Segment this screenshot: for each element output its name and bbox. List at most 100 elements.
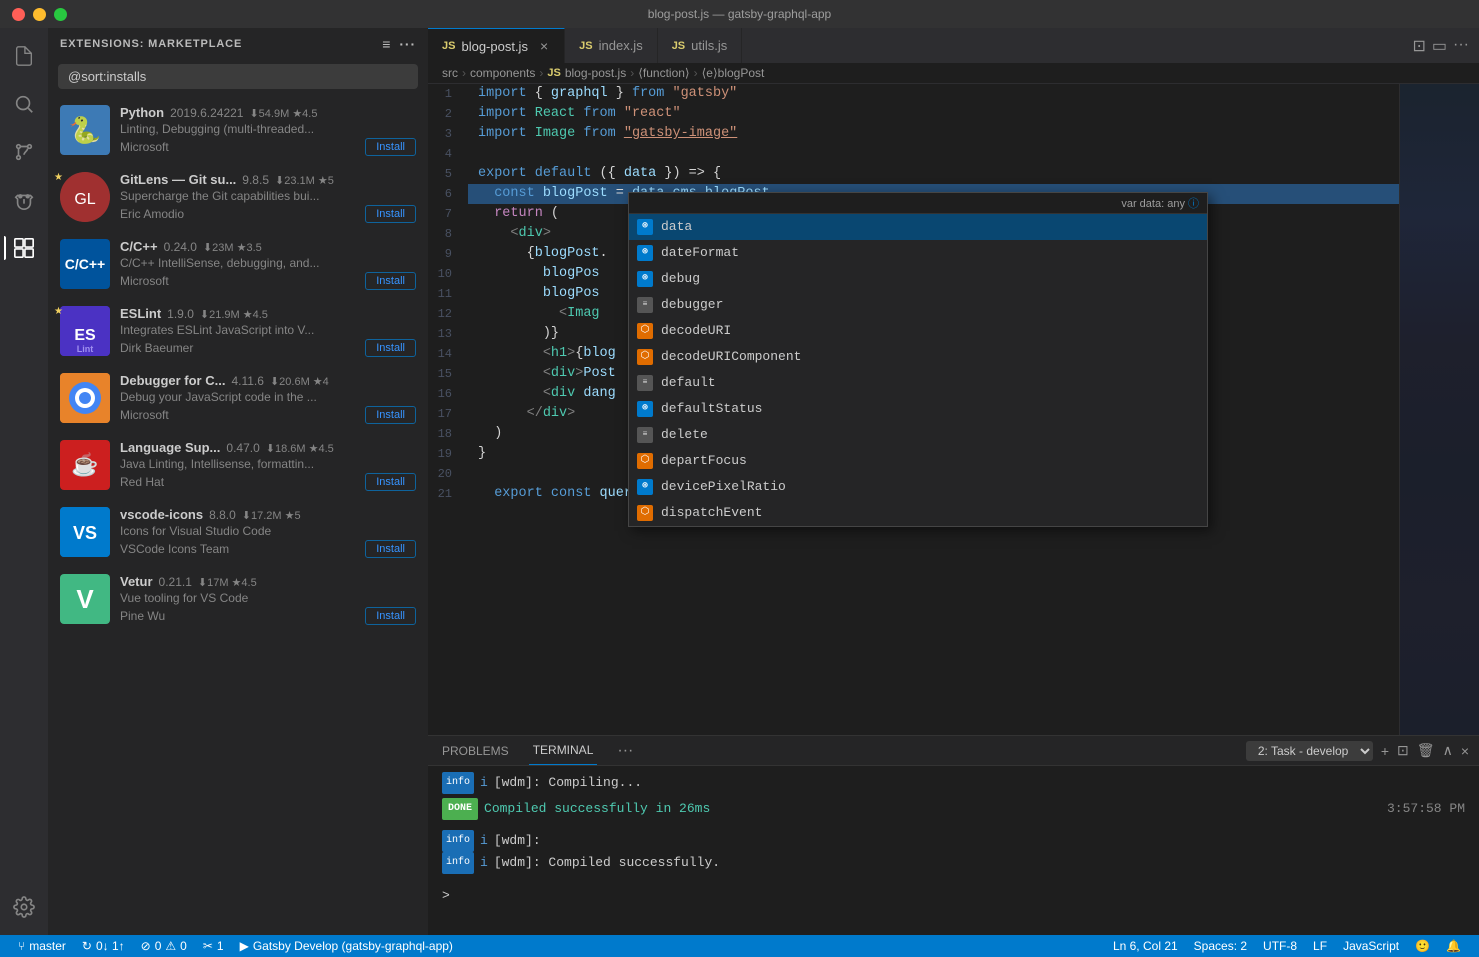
delete-terminal-icon[interactable]: 🗑 — [1417, 742, 1435, 759]
close-panel-icon[interactable]: × — [1461, 743, 1469, 759]
ac-item-devicepixelratio[interactable]: ⊛ devicePixelRatio — [629, 474, 1207, 500]
panel-area: PROBLEMS TERMINAL ··· 2: Task - develop … — [428, 735, 1479, 935]
eslint-install-button[interactable]: Install — [365, 339, 416, 357]
lang-author: Red Hat — [120, 475, 164, 489]
search-input[interactable] — [58, 64, 418, 89]
vscode-icons-install-button[interactable]: Install — [365, 540, 416, 558]
ac-item-delete[interactable]: ≡ delete — [629, 422, 1207, 448]
code-line-1: 1 import { graphql } from "gatsby" — [428, 84, 1399, 104]
search-box — [58, 64, 418, 89]
ac-item-dateformat[interactable]: ⊛ dateFormat — [629, 240, 1207, 266]
split-terminal-icon[interactable]: ⊡ — [1397, 742, 1409, 759]
ac-item-dispatchevent[interactable]: ⬡ dispatchEvent — [629, 500, 1207, 526]
extension-item-lang[interactable]: ☕ Language Sup... 0.47.0 ⬇18.6M ★4.5 Jav… — [48, 432, 428, 499]
close-button[interactable] — [12, 8, 25, 21]
extension-item-gitlens[interactable]: ★ GitLens — Git su... 9.8.5 ⬇23.1M ★5 Su… — [48, 164, 428, 231]
info-icon-3: i — [480, 831, 488, 851]
python-author: Microsoft — [120, 140, 169, 154]
extension-item-vetur[interactable]: V Vetur 0.21.1 ⬇17M ★4.5 Vue tooling for… — [48, 566, 428, 633]
add-terminal-icon[interactable]: + — [1381, 743, 1389, 759]
ac-item-defaultstatus[interactable]: ⊛ defaultStatus — [629, 396, 1207, 422]
terminal-line-3: info i [wdm]: — [442, 830, 1465, 852]
tab-problems[interactable]: PROBLEMS — [438, 736, 513, 765]
extension-item-python[interactable]: 🐍 Python 2019.6.24221 ⬇54.9M ★4.5 Lintin… — [48, 97, 428, 164]
editor-code[interactable]: 1 import { graphql } from "gatsby" 2 imp… — [428, 84, 1399, 735]
vscode-icons-version: 8.8.0 — [209, 508, 236, 522]
tab-blog-post[interactable]: JS blog-post.js × — [428, 28, 565, 63]
status-notifications[interactable]: 🔔 — [1438, 939, 1469, 953]
python-install-button[interactable]: Install — [365, 138, 416, 156]
status-encoding[interactable]: UTF-8 — [1255, 939, 1305, 953]
minimize-button[interactable] — [33, 8, 46, 21]
tab-more[interactable]: ··· — [613, 736, 637, 765]
status-branch[interactable]: ⑂ master — [10, 935, 74, 957]
tab-utils[interactable]: JS utils.js — [658, 28, 743, 63]
terminal-prompt-line: > — [442, 880, 1465, 906]
vscode-icons-icon: VS — [60, 507, 110, 557]
vetur-info: Vetur 0.21.1 ⬇17M ★4.5 Vue tooling for V… — [120, 574, 416, 625]
lang-version: 0.47.0 — [226, 441, 259, 455]
status-smiley[interactable]: 🙂 — [1407, 939, 1438, 953]
terminal-text-4: [wdm]: Compiled successfully. — [494, 853, 720, 873]
extension-item-cpp[interactable]: C/C++ C/C++ 0.24.0 ⬇23M ★3.5 C/C++ Intel… — [48, 231, 428, 298]
status-position[interactable]: Ln 6, Col 21 — [1105, 939, 1186, 953]
breadcrumb-src[interactable]: src — [442, 66, 458, 80]
ac-label-decodeuricomp: decodeURIComponent — [661, 346, 801, 368]
status-errors[interactable]: ⊘ 0 ⚠ 0 — [133, 935, 195, 957]
status-language[interactable]: JavaScript — [1335, 939, 1407, 953]
eslint-desc: Integrates ESLint JavaScript into V... — [120, 323, 416, 337]
ac-label-decodeuri: decodeURI — [661, 320, 731, 342]
activity-git-icon[interactable] — [4, 132, 44, 172]
ac-item-decodeuri[interactable]: ⬡ decodeURI — [629, 318, 1207, 344]
debugger-install-button[interactable]: Install — [365, 406, 416, 424]
cpp-install-button[interactable]: Install — [365, 272, 416, 290]
lang-install-button[interactable]: Install — [365, 473, 416, 491]
ac-item-debugger[interactable]: ≡ debugger — [629, 292, 1207, 318]
breadcrumb-blogpost[interactable]: ⟨e⟩blogPost — [702, 66, 765, 80]
activity-debug-icon[interactable] — [4, 180, 44, 220]
eslint-name: ESLint — [120, 306, 161, 321]
breadcrumb-components[interactable]: components — [470, 66, 535, 80]
status-run[interactable]: ▶ Gatsby Develop (gatsby-graphql-app) — [232, 935, 461, 957]
gitlens-meta: ⬇23.1M ★5 — [275, 174, 334, 187]
status-eol[interactable]: LF — [1305, 939, 1335, 953]
tab-blog-post-close[interactable]: × — [538, 38, 550, 54]
status-task[interactable]: ✂ 1 — [195, 935, 232, 957]
ac-item-decodeuricomponent[interactable]: ⬡ decodeURIComponent — [629, 344, 1207, 370]
activity-search-icon[interactable] — [4, 84, 44, 124]
chevron-up-icon[interactable]: ∧ — [1443, 742, 1453, 759]
extension-item-eslint[interactable]: ★ ES Lint ESLint 1.9.0 ⬇21.9M ★4.5 — [48, 298, 428, 365]
extension-item-vscode-icons[interactable]: VS vscode-icons 8.8.0 ⬇17.2M ★5 Icons fo… — [48, 499, 428, 566]
ac-item-departfocus[interactable]: ⬡ departFocus — [629, 448, 1207, 474]
tab-index-label: index.js — [599, 38, 643, 53]
toggle-sidebar-icon[interactable]: ▭ — [1432, 36, 1447, 56]
lang-meta: ⬇18.6M ★4.5 — [266, 442, 334, 455]
status-spaces[interactable]: Spaces: 2 — [1186, 939, 1255, 953]
gitlens-install-button[interactable]: Install — [365, 205, 416, 223]
activity-files-icon[interactable] — [4, 36, 44, 76]
error-count: 0 — [155, 939, 162, 953]
terminal-text-1: [wdm]: Compiling... — [494, 773, 642, 793]
eslint-info: ESLint 1.9.0 ⬇21.9M ★4.5 Integrates ESLi… — [120, 306, 416, 357]
autocomplete-dropdown[interactable]: var data: any ⓘ ⊛ data ⊛ dateFormat ⊛ — [628, 192, 1208, 527]
tab-index[interactable]: JS index.js — [565, 28, 658, 63]
activity-settings-icon[interactable] — [4, 887, 44, 927]
filter-icon[interactable]: ≡ — [382, 36, 391, 52]
status-sync[interactable]: ↻ 0↓ 1↑ — [74, 935, 133, 957]
terminal-selector[interactable]: 2: Task - develop — [1246, 741, 1373, 761]
maximize-button[interactable] — [54, 8, 67, 21]
activity-extensions-icon[interactable] — [4, 228, 44, 268]
ac-item-data[interactable]: ⊛ data — [629, 214, 1207, 240]
extension-item-debugger[interactable]: Debugger for C... 4.11.6 ⬇20.6M ★4 Debug… — [48, 365, 428, 432]
tab-terminal[interactable]: TERMINAL — [529, 736, 598, 765]
vetur-install-button[interactable]: Install — [365, 607, 416, 625]
spaces-text: Spaces: 2 — [1194, 939, 1247, 953]
ac-item-debug[interactable]: ⊛ debug — [629, 266, 1207, 292]
ac-item-default[interactable]: ≡ default — [629, 370, 1207, 396]
more-icon[interactable]: ··· — [399, 36, 416, 52]
cpp-meta: ⬇23M ★3.5 — [203, 241, 262, 254]
more-actions-icon[interactable]: ··· — [1453, 36, 1469, 56]
split-editor-icon[interactable]: ⊡ — [1412, 36, 1425, 56]
breadcrumb-file[interactable]: blog-post.js — [565, 66, 626, 80]
breadcrumb-function[interactable]: ⟨function⟩ — [638, 66, 689, 80]
